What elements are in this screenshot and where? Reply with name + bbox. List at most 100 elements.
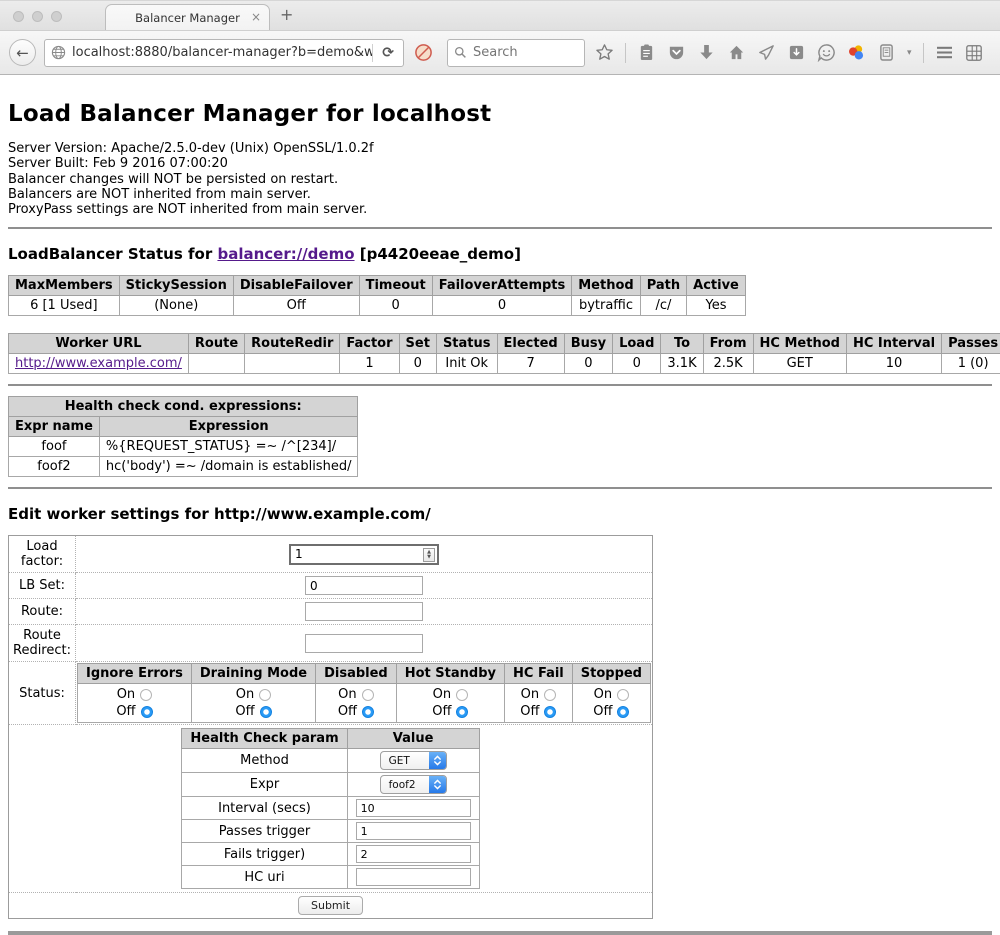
divider bbox=[8, 384, 992, 386]
sidebar-panel-icon[interactable] bbox=[877, 43, 896, 62]
ignore-errors-on-radio[interactable] bbox=[140, 689, 152, 701]
hc-param-row-expr: Exprfoof2 bbox=[182, 773, 479, 797]
load-factor-label: Load factor: bbox=[9, 536, 76, 573]
cell: GET bbox=[753, 354, 846, 374]
stopped-on-radio[interactable] bbox=[617, 689, 629, 701]
chevron-down-icon[interactable]: ▾ bbox=[907, 48, 912, 58]
hot-standby-off-radio[interactable] bbox=[456, 706, 468, 718]
column-header: HC Method bbox=[753, 334, 846, 354]
content-blocked-icon[interactable] bbox=[414, 43, 433, 62]
heading-suffix: [p4420eeae_demo] bbox=[355, 245, 521, 263]
divider bbox=[8, 487, 992, 489]
tab-bar: Balancer Manager × + bbox=[0, 0, 1000, 30]
back-button[interactable]: ← bbox=[9, 39, 36, 66]
column-header: Path bbox=[640, 276, 686, 296]
url-input[interactable] bbox=[72, 45, 372, 60]
bookmark-star-icon[interactable] bbox=[595, 43, 614, 62]
cell: Off bbox=[233, 296, 359, 316]
submit-button[interactable]: Submit bbox=[298, 896, 363, 915]
column-header: Active bbox=[687, 276, 746, 296]
reload-icon[interactable]: ⟳ bbox=[373, 45, 403, 61]
route-input[interactable] bbox=[305, 602, 423, 621]
radio-label: On bbox=[338, 686, 356, 703]
radio-label: Off bbox=[520, 703, 539, 720]
forget-smiley-icon[interactable] bbox=[817, 43, 836, 62]
balancer-status-heading: LoadBalancer Status for balancer://demo … bbox=[8, 245, 992, 263]
cell: foof bbox=[9, 437, 100, 457]
zoom-window-button[interactable] bbox=[51, 11, 62, 22]
new-tab-button[interactable]: + bbox=[280, 5, 293, 24]
lb-set-input[interactable] bbox=[305, 576, 423, 595]
hc-param-row-passes: Passes trigger bbox=[182, 820, 479, 843]
hc-uri-input[interactable] bbox=[356, 868, 471, 886]
status-col-header-hot-standby: Hot Standby bbox=[396, 664, 504, 684]
draining-mode-on-radio[interactable] bbox=[259, 689, 271, 701]
radio-label: On bbox=[521, 686, 539, 703]
note-persist: Balancer changes will NOT be persisted o… bbox=[8, 172, 992, 187]
downloads-icon[interactable] bbox=[697, 43, 716, 62]
draining-mode-off-radio[interactable] bbox=[260, 706, 272, 718]
stopped-off-radio[interactable] bbox=[617, 706, 629, 718]
tab-title: Balancer Manager bbox=[135, 11, 240, 25]
disabled-off-radio[interactable] bbox=[362, 706, 374, 718]
passes-value-cell bbox=[347, 820, 479, 843]
number-stepper-icon[interactable]: ▲▼ bbox=[423, 548, 435, 562]
load-factor-input[interactable] bbox=[289, 544, 439, 565]
search-bar[interactable] bbox=[447, 39, 585, 67]
cell: hc('body') =~ /domain is established/ bbox=[99, 457, 358, 477]
share-icon[interactable] bbox=[757, 43, 776, 62]
hot-standby-on-radio[interactable] bbox=[456, 689, 468, 701]
home-icon[interactable] bbox=[727, 43, 746, 62]
method-select[interactable]: GET bbox=[380, 751, 447, 770]
form-row-hc-params: Health Check param Value MethodGETExprfo… bbox=[9, 725, 653, 893]
expr-select[interactable]: foof2 bbox=[380, 775, 447, 794]
disabled-on-radio[interactable] bbox=[362, 689, 374, 701]
status-cell-draining-mode: OnOff bbox=[191, 684, 315, 723]
menu-hamburger-icon[interactable] bbox=[935, 43, 954, 62]
balancer-demo-link[interactable]: balancer://demo bbox=[217, 245, 354, 263]
form-row-lb-set: LB Set: bbox=[9, 573, 653, 599]
route-redirect-input[interactable] bbox=[305, 634, 423, 653]
interval-input[interactable] bbox=[356, 799, 471, 817]
status-label: Status: bbox=[9, 662, 76, 725]
ignore-errors-off-radio[interactable] bbox=[141, 706, 153, 718]
table-header-row: Health Check param Value bbox=[182, 729, 479, 749]
close-tab-icon[interactable]: × bbox=[251, 10, 261, 24]
table-row: 6 [1 Used](None)Off00bytraffic/c/Yes bbox=[9, 296, 746, 316]
column-header: FailoverAttempts bbox=[432, 276, 572, 296]
hc-uri-value-cell bbox=[347, 866, 479, 889]
hc-fail-on-radio[interactable] bbox=[544, 689, 556, 701]
passes-input[interactable] bbox=[356, 822, 471, 840]
cell: 0 bbox=[432, 296, 572, 316]
colored-dots-icon[interactable] bbox=[847, 43, 866, 62]
save-to-pocket-icon[interactable] bbox=[787, 43, 806, 62]
radio-label: On bbox=[594, 686, 612, 703]
fails-input[interactable] bbox=[356, 845, 471, 863]
url-bar[interactable]: ⟳ bbox=[44, 39, 404, 67]
browser-tab[interactable]: Balancer Manager × bbox=[105, 4, 270, 31]
table-header-row: Expr nameExpression bbox=[9, 417, 358, 437]
cell: bytraffic bbox=[572, 296, 640, 316]
cell: 1 (0) bbox=[942, 354, 1000, 374]
radio-label: Off bbox=[116, 703, 135, 720]
table-title-row: Health check cond. expressions: bbox=[9, 397, 358, 417]
fails-value-cell bbox=[347, 843, 479, 866]
close-window-button[interactable] bbox=[13, 11, 24, 22]
radio-label: On bbox=[433, 686, 451, 703]
status-col-header-hc-fail: HC Fail bbox=[505, 664, 573, 684]
cell: 0 bbox=[359, 296, 432, 316]
cell: 3.1K bbox=[661, 354, 703, 374]
pocket-icon[interactable] bbox=[667, 43, 686, 62]
column-header: Elected bbox=[497, 334, 564, 354]
select-chevrons-icon bbox=[429, 775, 446, 794]
reading-list-icon[interactable] bbox=[637, 43, 656, 62]
minimize-window-button[interactable] bbox=[32, 11, 43, 22]
window-controls[interactable] bbox=[13, 11, 62, 22]
radio-label: Off bbox=[338, 703, 357, 720]
hc-fail-off-radio[interactable] bbox=[544, 706, 556, 718]
value-col-header: Value bbox=[347, 729, 479, 749]
apps-grid-icon[interactable] bbox=[965, 43, 984, 62]
bottom-divider bbox=[8, 931, 992, 935]
table-header-row: Ignore ErrorsDraining ModeDisabledHot St… bbox=[78, 664, 651, 684]
worker-url-link[interactable]: http://www.example.com/ bbox=[15, 356, 182, 371]
